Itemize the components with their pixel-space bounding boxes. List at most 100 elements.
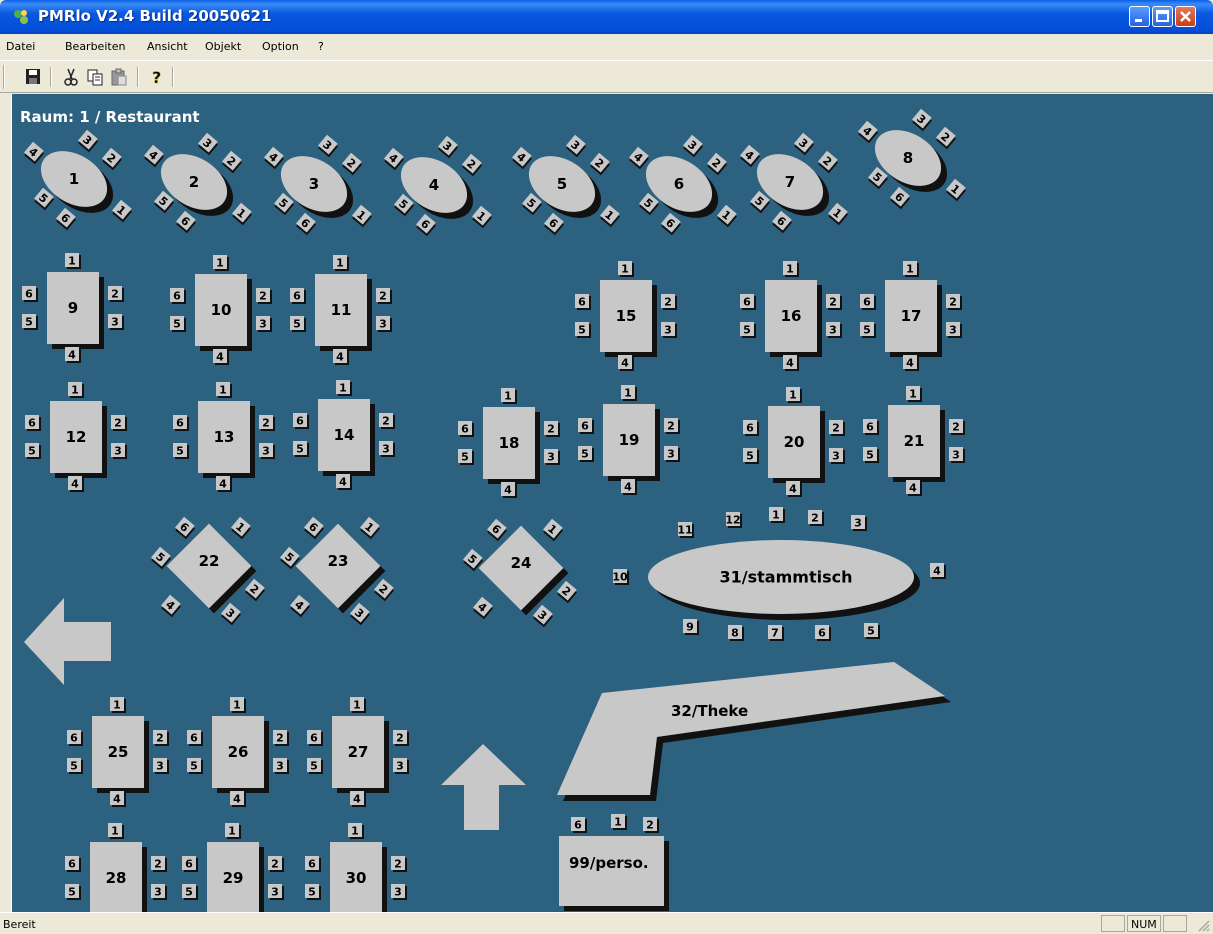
seat-1[interactable]: 1 bbox=[827, 202, 850, 226]
seat-4[interactable]: 4 bbox=[783, 355, 799, 371]
seat-4[interactable]: 4 bbox=[110, 791, 126, 807]
seat-4[interactable]: 4 bbox=[350, 791, 366, 807]
seat-4[interactable]: 4 bbox=[906, 480, 922, 496]
seat-2[interactable]: 2 bbox=[946, 294, 962, 310]
seat-5[interactable]: 5 bbox=[67, 758, 83, 774]
seat-2[interactable]: 2 bbox=[108, 286, 124, 302]
seat-2[interactable]: 2 bbox=[268, 856, 284, 872]
table-11[interactable]: 11 bbox=[315, 274, 372, 351]
table-20[interactable]: 20 bbox=[768, 406, 825, 483]
seat-2[interactable]: 2 bbox=[101, 147, 124, 171]
seat-6[interactable]: 6 bbox=[65, 856, 81, 872]
room-canvas[interactable]: Raum: 1 / Restaurant 1123456212345631234… bbox=[11, 94, 1213, 912]
table-31-stammtisch[interactable]: 31/stammtisch bbox=[648, 540, 920, 620]
seat-2[interactable]: 2 bbox=[221, 150, 244, 174]
seat-5[interactable]: 5 bbox=[578, 446, 594, 462]
table-9[interactable]: 9 bbox=[47, 272, 104, 349]
seat-2[interactable]: 2 bbox=[826, 294, 842, 310]
table-30[interactable]: 30 bbox=[330, 842, 387, 912]
seat-6[interactable]: 6 bbox=[575, 294, 591, 310]
seat-6[interactable]: 6 bbox=[771, 210, 794, 234]
seat-4[interactable]: 4 bbox=[628, 146, 651, 170]
seat-6[interactable]: 6 bbox=[305, 856, 321, 872]
seat-5[interactable]: 5 bbox=[182, 884, 198, 900]
table-17[interactable]: 17 bbox=[885, 280, 942, 357]
menu-ansicht[interactable]: Ansicht bbox=[147, 40, 188, 53]
copy-icon[interactable] bbox=[84, 67, 106, 87]
seat-6[interactable]: 6 bbox=[740, 294, 756, 310]
seat-3[interactable]: 3 bbox=[376, 316, 392, 332]
save-icon[interactable] bbox=[22, 67, 44, 87]
seat-3[interactable]: 3 bbox=[664, 446, 680, 462]
seat-3[interactable]: 3 bbox=[108, 314, 124, 330]
seat-6[interactable]: 6 bbox=[303, 516, 326, 540]
seat-2[interactable]: 2 bbox=[706, 152, 729, 176]
seat-11[interactable]: 11 bbox=[677, 522, 694, 538]
table-26[interactable]: 26 bbox=[212, 716, 269, 793]
seat-2[interactable]: 2 bbox=[544, 421, 560, 437]
seat-4[interactable]: 4 bbox=[786, 481, 802, 497]
seat-3[interactable]: 3 bbox=[949, 447, 965, 463]
seat-5[interactable]: 5 bbox=[170, 316, 186, 332]
seat-2[interactable]: 2 bbox=[461, 153, 484, 177]
seat-2[interactable]: 2 bbox=[393, 730, 409, 746]
seat-1[interactable]: 1 bbox=[716, 204, 739, 228]
seat-1[interactable]: 1 bbox=[769, 507, 785, 523]
table-18[interactable]: 18 bbox=[483, 407, 540, 484]
seat-1[interactable]: 1 bbox=[110, 697, 126, 713]
seat-6[interactable]: 6 bbox=[863, 419, 879, 435]
seat-1[interactable]: 1 bbox=[65, 253, 81, 269]
seat-4[interactable]: 4 bbox=[903, 355, 919, 371]
seat-1[interactable]: 1 bbox=[351, 204, 374, 228]
seat-1[interactable]: 1 bbox=[111, 199, 134, 223]
seat-5[interactable]: 5 bbox=[65, 884, 81, 900]
seat-4[interactable]: 4 bbox=[857, 120, 880, 144]
table-12[interactable]: 12 bbox=[50, 401, 107, 478]
seat-6[interactable]: 6 bbox=[743, 420, 759, 436]
seat-2[interactable]: 2 bbox=[111, 415, 127, 431]
seat-5[interactable]: 5 bbox=[25, 443, 41, 459]
seat-4[interactable]: 4 bbox=[739, 144, 762, 168]
seat-4[interactable]: 4 bbox=[160, 594, 183, 618]
seat-6[interactable]: 6 bbox=[55, 207, 78, 231]
seat-2[interactable]: 2 bbox=[817, 150, 840, 174]
table-14[interactable]: 14 bbox=[318, 399, 375, 476]
seat-6[interactable]: 6 bbox=[25, 415, 41, 431]
seat-3[interactable]: 3 bbox=[544, 449, 560, 465]
seat-6[interactable]: 6 bbox=[889, 186, 912, 210]
seat-6[interactable]: 6 bbox=[458, 421, 474, 437]
seat-1[interactable]: 1 bbox=[231, 202, 254, 226]
seat-4[interactable]: 4 bbox=[501, 482, 517, 498]
seat-6[interactable]: 6 bbox=[22, 286, 38, 302]
seat-6[interactable]: 6 bbox=[415, 213, 438, 237]
seat-1[interactable]: 1 bbox=[621, 385, 637, 401]
seat-6[interactable]: 6 bbox=[67, 730, 83, 746]
seat-5[interactable]: 5 bbox=[290, 316, 306, 332]
help-icon[interactable]: ? bbox=[146, 67, 168, 87]
seat-5[interactable]: 5 bbox=[458, 449, 474, 465]
seat-2[interactable]: 2 bbox=[643, 817, 659, 833]
seat-3[interactable]: 3 bbox=[826, 322, 842, 338]
seat-6[interactable]: 6 bbox=[486, 518, 509, 542]
seat-1[interactable]: 1 bbox=[906, 386, 922, 402]
seat-3[interactable]: 3 bbox=[437, 135, 460, 159]
table-19[interactable]: 19 bbox=[603, 404, 660, 481]
seat-3[interactable]: 3 bbox=[946, 322, 962, 338]
seat-1[interactable]: 1 bbox=[108, 823, 124, 839]
seat-3[interactable]: 3 bbox=[682, 134, 705, 158]
table-28[interactable]: 28 bbox=[90, 842, 147, 912]
seat-1[interactable]: 1 bbox=[230, 697, 246, 713]
table-21[interactable]: 21 bbox=[888, 405, 945, 482]
seat-2[interactable]: 2 bbox=[391, 856, 407, 872]
resize-grip-icon[interactable] bbox=[1196, 918, 1210, 932]
seat-1[interactable]: 1 bbox=[786, 387, 802, 403]
seat-3[interactable]: 3 bbox=[565, 134, 588, 158]
seat-9[interactable]: 9 bbox=[683, 619, 699, 635]
cut-icon[interactable] bbox=[60, 67, 82, 87]
seat-3[interactable]: 3 bbox=[111, 443, 127, 459]
seat-3[interactable]: 3 bbox=[391, 884, 407, 900]
seat-1[interactable]: 1 bbox=[903, 261, 919, 277]
menu-objekt[interactable]: Objekt bbox=[205, 40, 241, 53]
seat-6[interactable]: 6 bbox=[543, 212, 566, 236]
seat-5[interactable]: 5 bbox=[860, 322, 876, 338]
